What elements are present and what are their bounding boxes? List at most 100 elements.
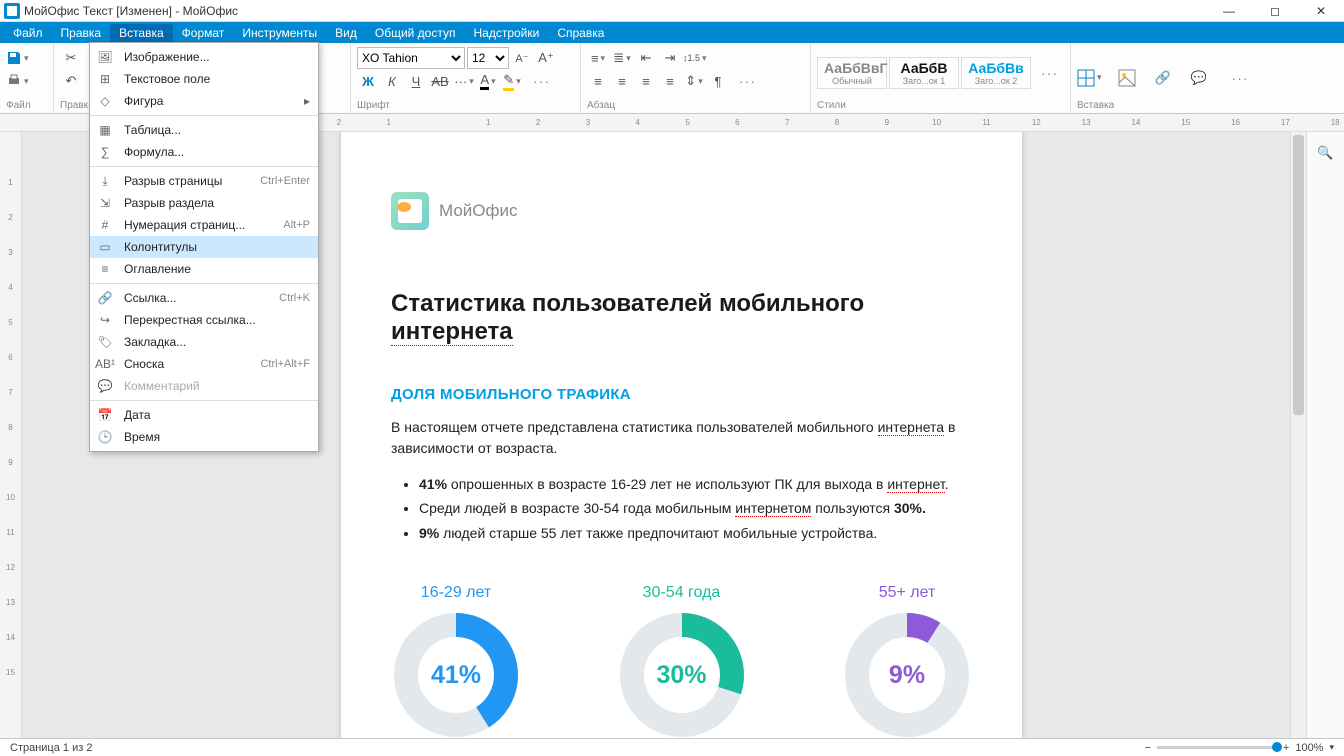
titlebar: МойОфис Текст [Изменен] - МойОфис — ◻ ✕ (0, 0, 1344, 22)
menu-item-icon: 🖼 (96, 48, 114, 66)
menu-item[interactable]: ⤓Разрыв страницыCtrl+Enter (90, 170, 318, 192)
cut-button[interactable]: ✂ (60, 47, 82, 69)
submenu-arrow-icon: ▸ (304, 94, 310, 108)
logo-icon (391, 192, 429, 230)
menu-item-label: Текстовое поле (124, 72, 310, 86)
maximize-button[interactable]: ◻ (1252, 0, 1298, 22)
menu-item-icon: ∑ (96, 143, 114, 161)
menu-item-icon: ⊞ (96, 70, 114, 88)
menu-item-label: Изображение... (124, 50, 310, 64)
italic-button[interactable]: К (381, 70, 403, 92)
style-preset[interactable]: АаБбВвЗаго...ок 2 (961, 57, 1031, 89)
font-grow-button[interactable]: A⁺ (535, 47, 557, 69)
window-title: МойОфис Текст [Изменен] - МойОфис (24, 4, 1206, 18)
menu-item[interactable]: ⊞ Текстовое поле (90, 68, 318, 90)
menu-item[interactable]: #Нумерация страниц...Alt+P (90, 214, 318, 236)
menu-item[interactable]: 🏷Закладка... (90, 331, 318, 353)
logo-text: МойОфис (439, 201, 518, 221)
bullets-button[interactable]: ≡ (587, 47, 609, 69)
styles-more-icon[interactable]: ··· (1033, 65, 1066, 81)
align-center-button[interactable]: ≡ (611, 70, 633, 92)
bold-button[interactable]: Ж (357, 70, 379, 92)
menu-надстройки[interactable]: Надстройки (464, 24, 548, 42)
menu-item-label: Разрыв раздела (124, 196, 310, 210)
align-left-button[interactable]: ≡ (587, 70, 609, 92)
font-more-icon[interactable]: ··· (525, 73, 558, 89)
align-justify-button[interactable]: ≡ (659, 70, 681, 92)
menu-item-label: Фигура (124, 94, 304, 108)
style-preset[interactable]: АаБбВвГОбычный (817, 57, 887, 89)
menu-item[interactable]: 🔗Ссылка...Ctrl+K (90, 287, 318, 309)
menu-файл[interactable]: Файл (4, 24, 52, 42)
menu-инструменты[interactable]: Инструменты (233, 24, 326, 42)
menubar: ФайлПравкаВставкаФорматИнструментыВидОбщ… (0, 22, 1344, 43)
align-right-button[interactable]: ≡ (635, 70, 657, 92)
menu-вставка[interactable]: Вставка (110, 24, 173, 42)
linespacing-button[interactable]: ↕1.5 (683, 47, 707, 69)
group-font-label: Шрифт (357, 100, 574, 111)
right-sidebar: 🔍 (1306, 132, 1344, 738)
menu-item-label: Сноска (124, 357, 248, 371)
menu-формат[interactable]: Формат (173, 24, 234, 42)
para-more-icon[interactable]: ··· (731, 73, 764, 89)
font-size-select[interactable]: 12 (467, 47, 509, 69)
menu-item[interactable]: ≡Оглавление (90, 258, 318, 280)
style-preset[interactable]: АаБбВЗаго...ок 1 (889, 57, 959, 89)
pilcrow-button[interactable]: ¶ (707, 70, 729, 92)
comment-insert-button[interactable]: 💬 (1188, 67, 1210, 89)
menu-item[interactable]: AB¹СноскаCtrl+Alt+F (90, 353, 318, 375)
ruler-vertical: 123456789101112131415 (0, 132, 22, 738)
menu-item[interactable]: ∑Формула... (90, 141, 318, 163)
save-button[interactable] (6, 47, 29, 69)
highlight-button[interactable]: ✎ (501, 70, 523, 92)
link-insert-button[interactable]: 🔗 (1152, 67, 1174, 89)
menu-item[interactable]: 🕒Время (90, 426, 318, 448)
menu-item: 💬Комментарий (90, 375, 318, 397)
donut-chart: 16-29 лет41% (391, 584, 521, 738)
app-icon (4, 3, 20, 19)
undo-button[interactable]: ↶ (60, 70, 82, 92)
menu-item-icon: ◇ (96, 92, 114, 110)
menu-item[interactable]: ↪Перекрестная ссылка... (90, 309, 318, 331)
doc-paragraph: В настоящем отчете представлена статисти… (391, 417, 972, 459)
menu-item-icon: ▦ (96, 121, 114, 139)
image-insert-button[interactable] (1116, 67, 1138, 89)
zoom-out-button[interactable]: − (1144, 742, 1150, 754)
vertical-scrollbar[interactable] (1290, 132, 1306, 738)
font-color-button[interactable]: A (477, 70, 499, 92)
vertical-align-button[interactable]: ⇕ (683, 70, 705, 92)
menu-item[interactable]: ◇ Фигура▸ (90, 90, 318, 112)
numbering-button[interactable]: ≣ (611, 47, 633, 69)
font-name-select[interactable]: XO Tahion (357, 47, 465, 69)
underline-button[interactable]: Ч (405, 70, 427, 92)
menu-item[interactable]: ▭Колонтитулы (90, 236, 318, 258)
print-button[interactable] (6, 70, 29, 92)
menu-item-label: Нумерация страниц... (124, 218, 271, 232)
menu-общий доступ[interactable]: Общий доступ (366, 24, 465, 42)
indent-button[interactable]: ⇥ (659, 47, 681, 69)
more-font-button[interactable]: ··· (453, 70, 475, 92)
group-file-label: Файл (6, 100, 47, 111)
statusbar: Страница 1 из 2 − + 100% ▾ (0, 738, 1344, 756)
table-insert-button[interactable] (1077, 67, 1102, 89)
menu-item[interactable]: ▦Таблица... (90, 119, 318, 141)
donut-label: 55+ лет (842, 584, 972, 602)
menu-вид[interactable]: Вид (326, 24, 366, 42)
menu-справка[interactable]: Справка (548, 24, 613, 42)
font-shrink-button[interactable]: A⁻ (511, 47, 533, 69)
menu-item[interactable]: 🖼 Изображение... (90, 46, 318, 68)
menu-item[interactable]: 📅Дата (90, 404, 318, 426)
search-icon[interactable]: 🔍 (1315, 142, 1337, 164)
zoom-slider[interactable] (1157, 746, 1277, 749)
menu-item-label: Закладка... (124, 335, 310, 349)
zoom-in-button[interactable]: + (1283, 742, 1289, 754)
close-button[interactable]: ✕ (1298, 0, 1344, 22)
menu-item[interactable]: ⇲Разрыв раздела (90, 192, 318, 214)
outdent-button[interactable]: ⇤ (635, 47, 657, 69)
zoom-dropdown-icon[interactable]: ▾ (1329, 742, 1334, 753)
minimize-button[interactable]: — (1206, 0, 1252, 22)
insert-more-icon[interactable]: ··· (1224, 70, 1257, 86)
strike-button[interactable]: AB (429, 70, 451, 92)
menu-правка[interactable]: Правка (52, 24, 111, 42)
menu-item-label: Ссылка... (124, 291, 267, 305)
